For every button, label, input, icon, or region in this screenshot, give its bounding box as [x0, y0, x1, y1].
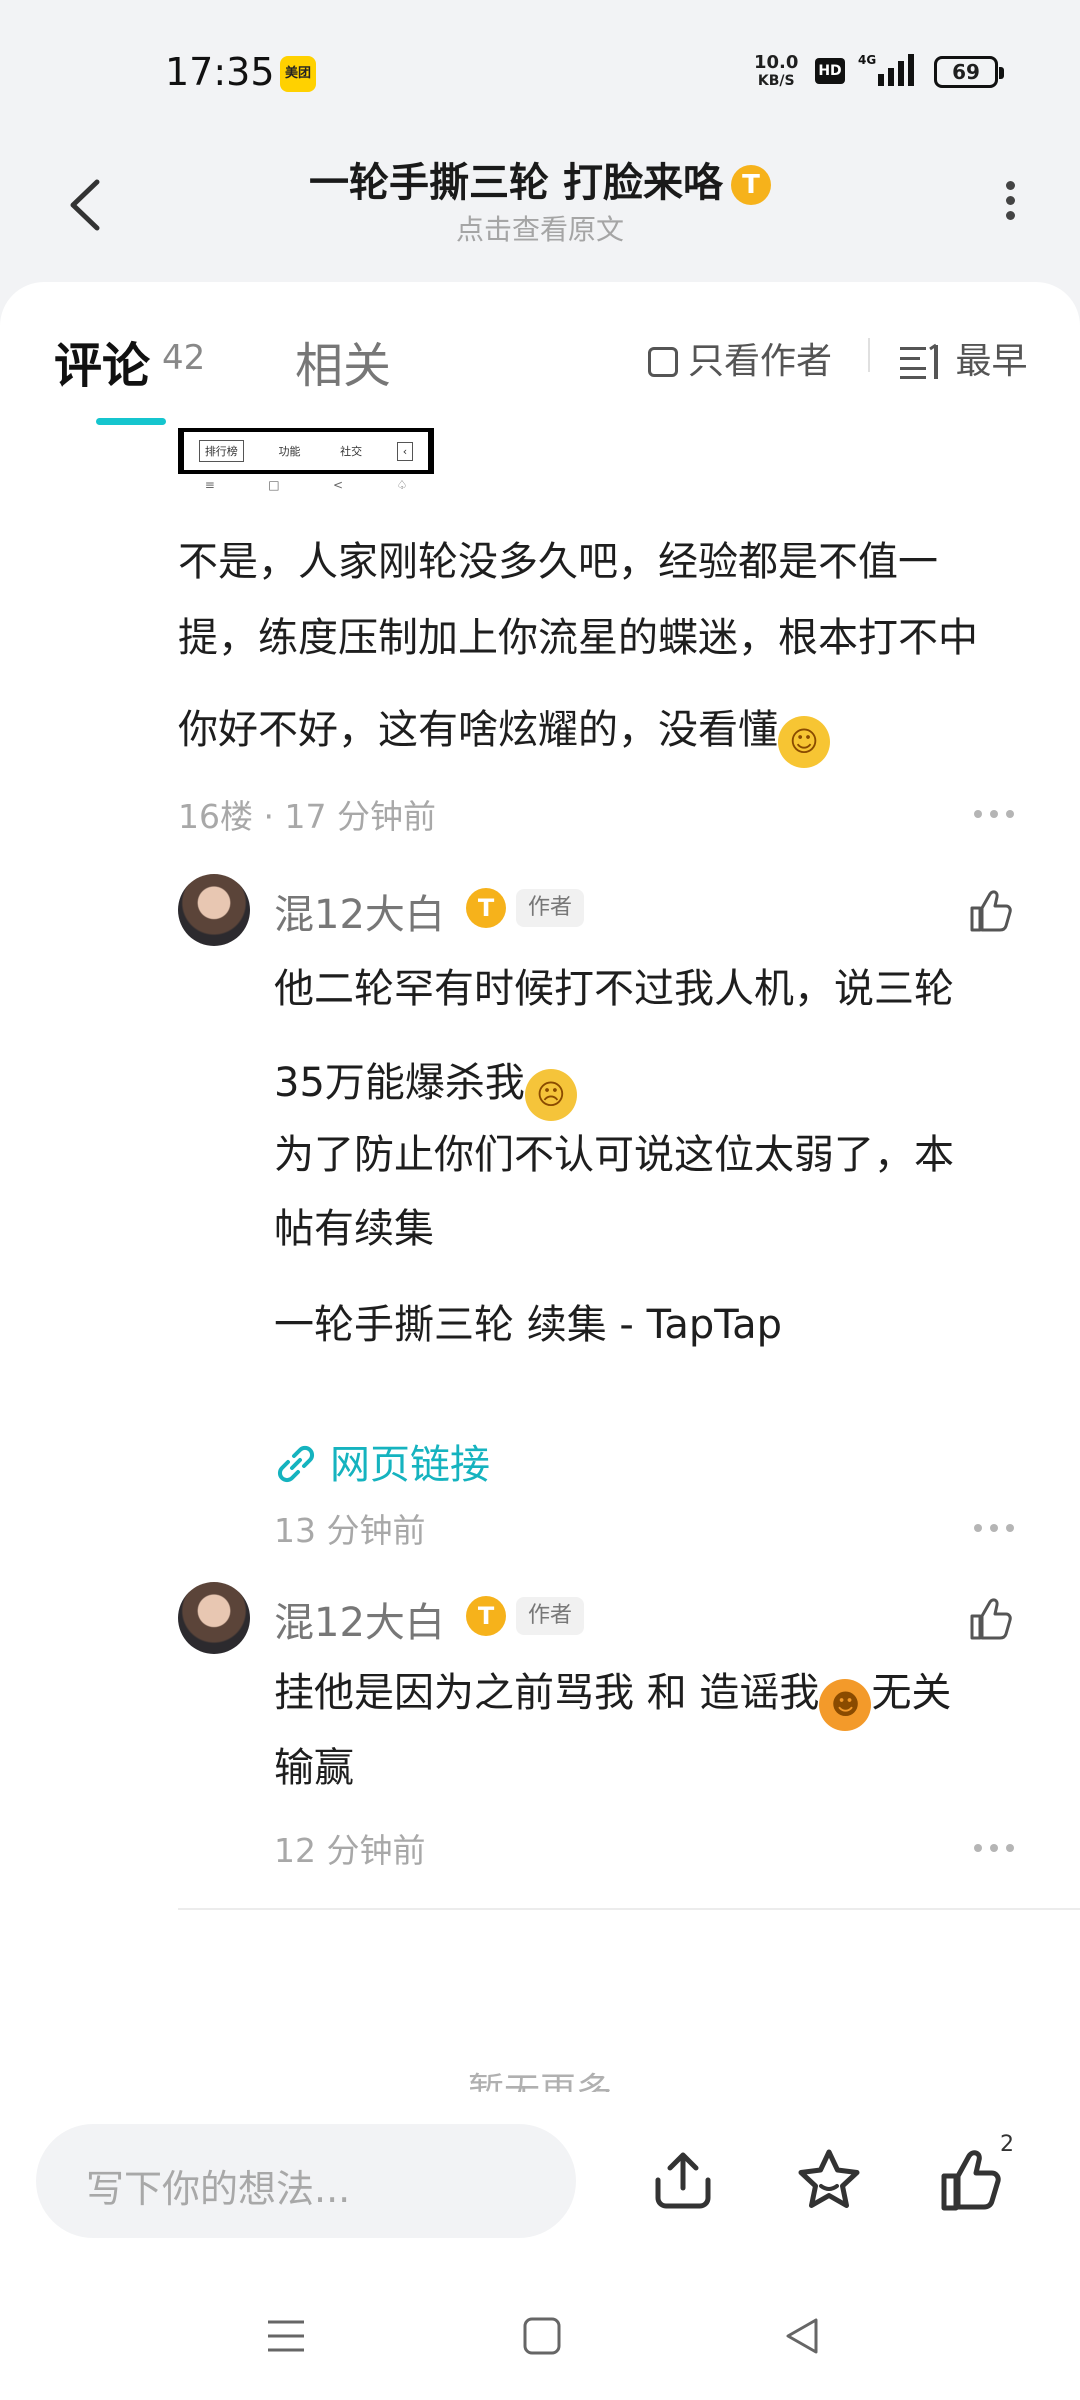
reply-link-title: 一轮手撕三轮 续集 - TapTap: [274, 1302, 783, 1348]
reply-meta: 13 分钟前: [274, 1511, 426, 1550]
active-tab-indicator: [96, 418, 166, 425]
reply-more-icon[interactable]: [974, 1524, 1014, 1536]
battery-icon: 69: [934, 56, 1004, 88]
bottom-action-bar: 写下你的想法... 2: [0, 2092, 1080, 2272]
network-speed-unit: KB/S: [757, 73, 795, 89]
image-button-label: 社交: [340, 445, 363, 458]
sort-toggle[interactable]: 最早: [900, 332, 1027, 384]
avatar[interactable]: [178, 1582, 250, 1654]
reply-more-icon[interactable]: [974, 1844, 1014, 1856]
reply-username[interactable]: 混12大白: [274, 882, 445, 940]
author-tag: 作者: [516, 889, 585, 927]
hd-icon: HD: [815, 58, 845, 84]
share-icon[interactable]: [648, 2146, 718, 2216]
signal-icon: 4G: [858, 53, 914, 86]
comment-meta: 16楼 · 17 分钟前: [178, 797, 436, 836]
image-button-label: 排行榜: [198, 440, 244, 462]
divider: [178, 1908, 1080, 1910]
thumbs-up-icon[interactable]: [966, 886, 1016, 936]
level-badge-icon: T: [466, 888, 506, 928]
tab-comments[interactable]: 评论: [54, 326, 150, 396]
laughing-emoji-icon: ☻: [819, 1679, 872, 1731]
reply-meta: 12 分钟前: [274, 1831, 426, 1870]
reply-line-wrap: 35万能爆杀我 ☹: [274, 1036, 1034, 1130]
image-nav-glyph: ♤: [396, 478, 408, 492]
reply-line: 输赢: [274, 1745, 354, 1791]
author-only-label: 只看作者: [688, 341, 833, 382]
image-nav-glyph: □: [268, 478, 280, 492]
link-icon: [277, 1445, 315, 1483]
status-time: 17:35: [165, 50, 275, 94]
sleepy-emoji-icon: ☺: [778, 716, 830, 768]
reply-body: 挂他是因为之前骂我 和 造谣我 ☻ 无关 输赢: [274, 1656, 1034, 1805]
comment-line-wrap: 你好不好，这有啥炫耀的，没看懂 ☺: [178, 692, 1028, 768]
crying-emoji-icon: ☹: [524, 1069, 577, 1121]
star-icon[interactable]: [794, 2146, 864, 2216]
post-title[interactable]: 一轮手撕三轮 打脸来咯 T: [0, 150, 1080, 208]
level-badge-icon: T: [730, 165, 771, 205]
checkbox-icon: [648, 347, 678, 377]
image-nav-bar: ≡ □ < ♤: [178, 478, 434, 498]
comment-input[interactable]: 写下你的想法...: [36, 2124, 576, 2238]
back-nav-icon[interactable]: [780, 2314, 824, 2358]
reply-line: 为了防止你们不认可说这位太弱了，本: [274, 1132, 954, 1178]
no-more-text: 暂无更多: [467, 2071, 612, 2092]
network-speed: 10.0 KB/S: [754, 54, 798, 90]
comment-tabs: 评论 42 相关 只看作者 最早: [0, 282, 1080, 432]
comment-input-placeholder: 写下你的想法...: [86, 2167, 351, 2211]
web-link[interactable]: 网页链接: [274, 1432, 490, 1490]
comment-count: 42: [162, 338, 206, 378]
reply-line: 他二轮罕有时候打不过我人机，说三轮: [274, 966, 954, 1012]
thumbs-up-icon[interactable]: [938, 2146, 1008, 2216]
reply-body: 他二轮罕有时候打不过我人机，说三轮 35万能爆杀我 ☹: [274, 942, 1034, 1130]
comment-line: 不是，人家刚轮没多久吧，经验都是不值一: [178, 539, 938, 585]
author-tag: 作者: [516, 1597, 585, 1635]
sort-icon: [900, 343, 938, 379]
image-back-icon: ‹: [396, 441, 414, 461]
divider: [868, 338, 870, 372]
menu-icon[interactable]: [264, 2314, 308, 2358]
comments-card: 评论 42 相关 只看作者 最早 排行榜 功能 社交 ‹ ≡ □ < ♤ 不是，…: [0, 282, 1080, 2092]
image-button-label: 功能: [278, 445, 301, 458]
thumbs-up-icon[interactable]: [966, 1594, 1016, 1644]
meituan-app-icon: 美团: [280, 56, 316, 92]
reply-body-cont: 为了防止你们不认可说这位太弱了，本 帖有续集: [274, 1118, 1034, 1266]
web-link-label: 网页链接: [330, 1442, 490, 1488]
reply-line-wrap: 挂他是因为之前骂我 和 造谣我 ☻ 无关: [274, 1656, 1034, 1731]
comment-more-icon[interactable]: [974, 810, 1014, 822]
network-type-label: 4G: [858, 53, 876, 67]
avatar[interactable]: [178, 874, 250, 946]
status-bar: 17:35 美团 10.0 KB/S HD 4G 69: [0, 0, 1080, 130]
comment-body: 不是，人家刚轮没多久吧，经验都是不值一 提，练度压制加上你流星的蝶迷，根本打不中…: [178, 524, 1028, 768]
level-badge-icon: T: [466, 1596, 506, 1636]
more-icon[interactable]: [995, 175, 1025, 235]
home-icon[interactable]: [520, 2314, 564, 2358]
view-original-link[interactable]: 点击查看原文: [0, 208, 1080, 248]
post-header: 一轮手撕三轮 打脸来咯 T 点击查看原文: [0, 130, 1080, 280]
image-nav-glyph: ≡: [204, 478, 215, 492]
comment-image[interactable]: 排行榜 功能 社交 ‹: [178, 428, 434, 474]
tab-related[interactable]: 相关: [295, 326, 391, 396]
reply-line: 35万能爆杀我: [274, 1060, 525, 1106]
reply-username[interactable]: 混12大白: [274, 1590, 445, 1648]
reply-line: 挂他是因为之前骂我 和 造谣我: [274, 1670, 820, 1716]
like-count: 2: [1000, 2132, 1014, 2157]
comment-line: 提，练度压制加上你流星的蝶迷，根本打不中: [178, 615, 978, 661]
post-title-text: 一轮手撕三轮 打脸来咯: [309, 160, 723, 206]
comment-line: 你好不好，这有啥炫耀的，没看懂: [178, 707, 778, 753]
reply-line: 无关: [871, 1670, 952, 1716]
reply-line: 帖有续集: [274, 1206, 434, 1252]
author-only-toggle[interactable]: 只看作者: [648, 332, 832, 384]
sort-label: 最早: [955, 341, 1028, 382]
system-nav-bar: [0, 2272, 1080, 2400]
network-speed-value: 10.0: [754, 52, 799, 73]
image-nav-glyph: <: [333, 478, 344, 492]
